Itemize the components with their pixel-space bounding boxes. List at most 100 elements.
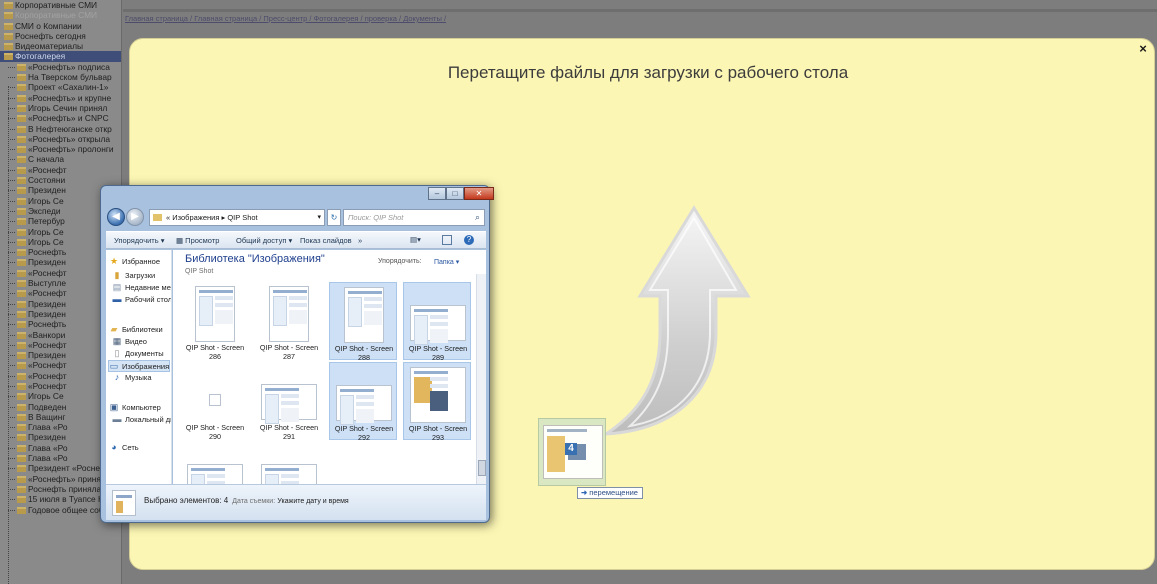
tree-subitem[interactable]: Состояни [0, 175, 121, 185]
minimize-button[interactable]: – [428, 187, 446, 200]
folder-icon [17, 444, 26, 452]
date-value[interactable]: Укажите дату и время [277, 498, 348, 505]
tree-item[interactable]: СМИ о Компании [0, 21, 121, 31]
window-close-button[interactable]: ✕ [464, 187, 494, 200]
forward-button[interactable]: ▶ [126, 208, 144, 226]
folder-icon [17, 382, 26, 390]
close-icon[interactable]: × [1137, 42, 1149, 55]
tree-item[interactable]: Корпоративные СМИ [0, 0, 121, 10]
folder-icon [17, 74, 26, 82]
nav-pane-label: Библиотеки [122, 325, 163, 334]
address-bar[interactable]: « Изображения ▸ QIP Shot ▾ [149, 209, 325, 226]
file-thumbnail [269, 286, 309, 342]
vertical-scrollbar[interactable] [476, 274, 486, 484]
tree-subitem-label: «Роснефт [28, 380, 67, 391]
nav-pane-item[interactable]: ▦ Видео [112, 336, 147, 348]
organize-button[interactable]: Упорядочить ▾ [114, 236, 164, 245]
nav-pane-item[interactable]: ▯ Документы [112, 348, 164, 360]
file-tile[interactable]: QIP Shot - Screen 286 [181, 282, 249, 360]
maximize-button[interactable]: □ [446, 187, 464, 200]
refresh-button[interactable]: ↻ [327, 209, 341, 226]
arrange-dropdown[interactable]: Папка ▾ [434, 258, 459, 266]
file-tile[interactable]: QIP Shot - Screen 288 [329, 282, 397, 362]
nav-pane-item[interactable]: ▮ Загрузки [112, 270, 156, 282]
search-input[interactable]: Поиск: QIP Shot ⌕ [343, 209, 485, 226]
file-thumbnail [410, 367, 466, 423]
view-mode-icon[interactable]: ▤▾ [410, 235, 422, 245]
tree-subitem[interactable]: «Роснефть» и CNPC [0, 113, 121, 123]
file-tile[interactable] [255, 442, 323, 484]
back-button[interactable]: ◀ [107, 208, 125, 226]
file-name: QIP Shot - Screen 293 [408, 424, 468, 442]
folder-icon [4, 32, 13, 40]
tree-subitem[interactable]: «Роснефть» и крупне [0, 93, 121, 103]
file-tile[interactable]: QIP Shot - Screen 293 [403, 362, 471, 442]
tree-subitem-label: «Роснефть» открыла [28, 133, 111, 144]
tree-subitem[interactable]: В Нефтеюганске откр [0, 124, 121, 134]
tree-subitem[interactable]: Проект «Сахалин-1» [0, 82, 121, 92]
file-name: QIP Shot - Screen 287 [259, 343, 319, 361]
tree-subitem[interactable]: С начала [0, 154, 121, 164]
nav-pane-item[interactable]: ♪ Музыка [112, 372, 152, 384]
file-name: QIP Shot - Screen 286 [185, 343, 245, 361]
file-tile[interactable]: QIP Shot - Screen 292 [329, 362, 397, 442]
command-bar: Упорядочить ▾ ▦ Просмотр Общий доступ ▾ … [106, 231, 486, 249]
folder-icon [17, 341, 26, 349]
explorer-window[interactable]: – □ ✕ ◀ ▶ « Изображения ▸ QIP Shot ▾ ↻ П… [100, 185, 494, 523]
tree-subitem[interactable]: «Роснефть» открыла [0, 134, 121, 144]
nav-pane-icon: ▬ [112, 414, 122, 424]
folder-icon [17, 475, 26, 483]
tree-item[interactable]: Видеоматериалы [0, 41, 121, 51]
tree-subitem[interactable]: На Тверском бульвар [0, 72, 121, 82]
file-tile[interactable]: QIP Shot - Screen 287 [255, 282, 323, 360]
chevron-down-icon[interactable]: ▾ [317, 210, 321, 225]
tree-subitem[interactable]: «Роснефть» пролонги [0, 144, 121, 154]
tree-subitem-label: «Роснефт [28, 360, 67, 371]
file-thumbnail [336, 385, 392, 425]
help-icon[interactable]: ? [464, 235, 474, 245]
dragged-files-thumbnail[interactable]: 4 [538, 418, 606, 486]
nav-pane-item[interactable]: ▰ Библиотеки [109, 324, 163, 336]
preview-pane-icon[interactable] [442, 235, 452, 245]
date-label: Дата съемки: [232, 498, 276, 505]
file-name: QIP Shot - Screen 292 [334, 424, 394, 442]
selected-count: Выбрано элементов: 4 [144, 496, 229, 505]
nav-pane-item[interactable]: ▬Локальный диск (C [112, 414, 172, 426]
search-icon[interactable]: ⌕ [475, 210, 480, 225]
tree-subitem-label: Игорь Сечин принял [28, 102, 108, 113]
tree-item[interactable]: Роснефть сегодня [0, 31, 121, 41]
tree-subitem-label: Петербур [28, 216, 65, 227]
tree-subitem[interactable]: «Роснефт [0, 165, 121, 175]
nav-pane-label: Изображения [122, 362, 170, 371]
nav-pane-item[interactable]: ◕ Сеть [109, 442, 138, 454]
folder-icon [17, 187, 26, 195]
file-thumbnail [209, 394, 221, 406]
nav-pane-item[interactable]: ★ Избранное [109, 256, 160, 268]
file-tile[interactable] [181, 442, 249, 484]
folder-icon [17, 413, 26, 421]
share-button[interactable]: Общий доступ ▾ [236, 236, 292, 245]
file-tile[interactable]: QIP Shot - Screen 290 [181, 362, 249, 440]
tree-item[interactable]: Корпоративные СМИ [0, 10, 121, 20]
tree-subitem-label: «Роснефт [28, 164, 67, 175]
scrollbar-thumb[interactable] [478, 460, 486, 476]
folder-icon [17, 228, 26, 236]
nav-pane-item[interactable]: ▤Недавние места [112, 282, 171, 294]
file-name: QIP Shot - Screen 288 [334, 344, 394, 362]
slideshow-button[interactable]: Показ слайдов [300, 236, 352, 245]
view-button[interactable]: ▦ Просмотр [176, 236, 219, 245]
nav-pane-item[interactable]: ▭ Изображения [108, 360, 170, 372]
file-tile[interactable]: QIP Shot - Screen 289 [403, 282, 471, 361]
nav-pane-item[interactable]: ▣ Компьютер [109, 402, 161, 414]
more-commands-button[interactable]: » [358, 236, 362, 245]
nav-pane-label: Компьютер [122, 403, 161, 412]
file-name: QIP Shot - Screen 290 [185, 423, 245, 441]
nav-pane-item[interactable]: ▬ Рабочий стол [112, 294, 172, 306]
file-tile[interactable]: QIP Shot - Screen 291 [255, 362, 323, 440]
tree-subitem[interactable]: «Роснефть» подписа [0, 62, 121, 72]
tree-item-label: Корпоративные СМИ [15, 0, 98, 10]
folder-icon [17, 166, 26, 174]
breadcrumb[interactable]: Главная страница / Главная страница / Пр… [123, 14, 1157, 28]
tree-item[interactable]: Фотогалерея [0, 51, 121, 62]
tree-subitem[interactable]: Игорь Сечин принял [0, 103, 121, 113]
